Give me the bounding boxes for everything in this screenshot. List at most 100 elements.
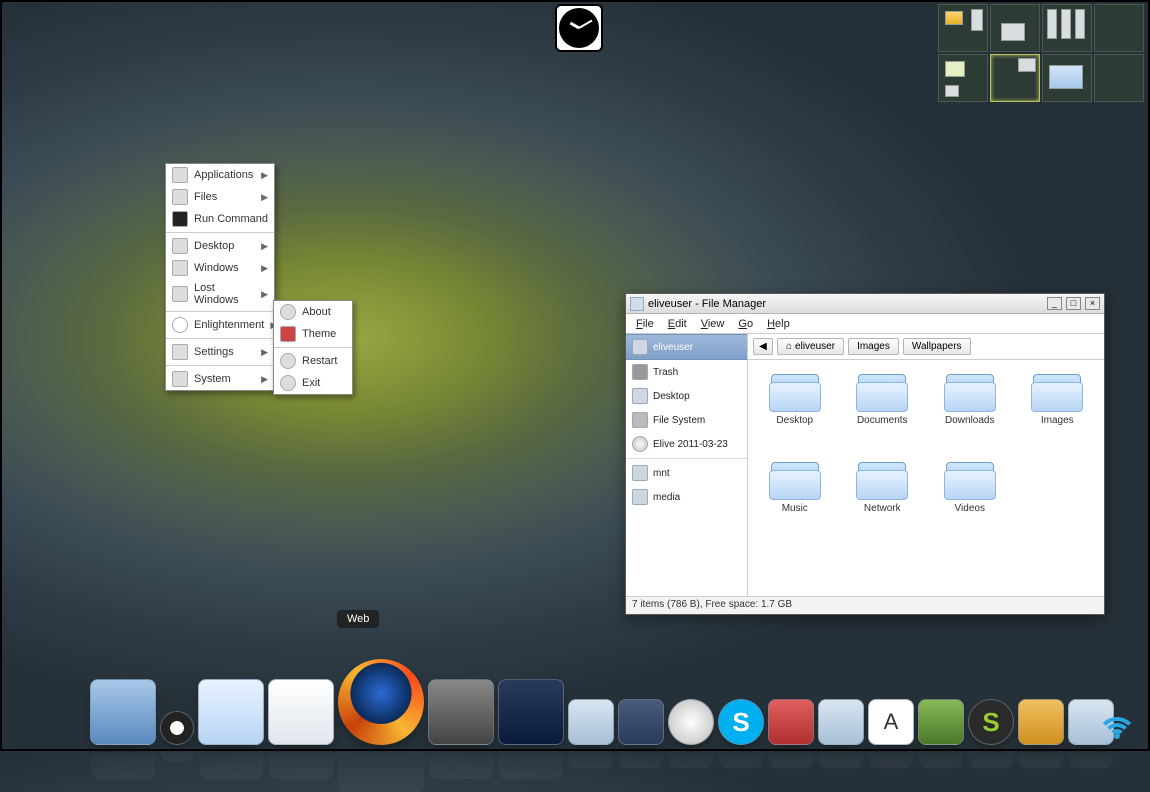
folder-desktop[interactable]: Desktop bbox=[752, 368, 838, 454]
menu-run-command[interactable]: Run Command bbox=[166, 208, 274, 230]
breadcrumb-wallpapers[interactable]: Wallpapers bbox=[903, 338, 971, 355]
folder-downloads[interactable]: Downloads bbox=[927, 368, 1013, 454]
window-titlebar[interactable]: eliveuser - File Manager _ □ × bbox=[626, 294, 1104, 314]
sidebar-item-trash[interactable]: Trash bbox=[626, 360, 747, 384]
folder-network[interactable]: Network bbox=[840, 456, 926, 542]
workspace-2[interactable] bbox=[990, 4, 1040, 52]
folder-icon bbox=[769, 456, 821, 500]
icon-grid: Desktop Documents Downloads Images Music… bbox=[748, 360, 1104, 596]
dock-monitor-app[interactable] bbox=[90, 679, 156, 745]
sidebar-label: Desktop bbox=[653, 391, 690, 402]
submenu-about[interactable]: About bbox=[274, 301, 352, 323]
dock-skype[interactable]: S bbox=[718, 699, 764, 745]
dock-camera-app[interactable] bbox=[428, 679, 494, 745]
menu-windows[interactable]: Windows▶ bbox=[166, 257, 274, 279]
folder-videos[interactable]: Videos bbox=[927, 456, 1013, 542]
menu-system[interactable]: System▶ bbox=[166, 368, 274, 390]
menu-separator bbox=[166, 365, 274, 366]
folder-icon bbox=[944, 456, 996, 500]
submenu-restart[interactable]: Restart bbox=[274, 350, 352, 372]
sidebar-label: eliveuser bbox=[653, 342, 693, 353]
dock-text-app[interactable]: A bbox=[868, 699, 914, 745]
sidebar-item-mnt[interactable]: mnt bbox=[626, 461, 747, 485]
chevron-right-icon: ▶ bbox=[261, 263, 268, 274]
workspace-7[interactable] bbox=[1042, 54, 1092, 102]
menu-files[interactable]: Files▶ bbox=[166, 186, 274, 208]
clock-face bbox=[559, 8, 599, 48]
sidebar-item-filesystem[interactable]: File System bbox=[626, 408, 747, 432]
folder-images[interactable]: Images bbox=[1015, 368, 1101, 454]
settings-icon bbox=[172, 344, 188, 360]
workspace-4[interactable] bbox=[1094, 4, 1144, 52]
submenu-theme[interactable]: Theme bbox=[274, 323, 352, 345]
chevron-right-icon: ▶ bbox=[261, 192, 268, 203]
sidebar-item-disc[interactable]: Elive 2011-03-23 bbox=[626, 432, 747, 456]
dock: S A S bbox=[90, 665, 1114, 745]
menu-view[interactable]: View bbox=[701, 318, 725, 330]
disc-icon bbox=[632, 436, 648, 452]
sidebar-label: Trash bbox=[653, 367, 678, 378]
workspace-3[interactable] bbox=[1042, 4, 1092, 52]
menu-separator bbox=[274, 347, 352, 348]
close-button[interactable]: × bbox=[1085, 297, 1100, 310]
breadcrumb-home[interactable]: ⌂eliveuser bbox=[777, 338, 844, 355]
dock-download-app[interactable] bbox=[768, 699, 814, 745]
dock-s-app[interactable]: S bbox=[968, 699, 1014, 745]
statusbar: 7 items (786 B), Free space: 1.7 GB bbox=[626, 596, 1104, 614]
sidebar-item-desktop[interactable]: Desktop bbox=[626, 384, 747, 408]
home-icon bbox=[632, 339, 648, 355]
workspace-8[interactable] bbox=[1094, 54, 1144, 102]
folder-icon bbox=[944, 368, 996, 412]
menu-help[interactable]: Help bbox=[767, 318, 790, 330]
sidebar-item-media[interactable]: media bbox=[626, 485, 747, 509]
menu-settings[interactable]: Settings▶ bbox=[166, 341, 274, 363]
windows-icon bbox=[172, 260, 188, 276]
dock-notes-app[interactable] bbox=[268, 679, 334, 745]
icon-label: Music bbox=[782, 503, 808, 514]
dock-photo-app[interactable] bbox=[498, 679, 564, 745]
desktop-context-menu: Applications▶ Files▶ Run Command Desktop… bbox=[165, 163, 275, 391]
menu-label: About bbox=[302, 306, 346, 318]
dock-tree-app[interactable] bbox=[918, 699, 964, 745]
dock-folder-home[interactable] bbox=[198, 679, 264, 745]
submenu-exit[interactable]: Exit bbox=[274, 372, 352, 394]
workspace-1[interactable] bbox=[938, 4, 988, 52]
folder-music[interactable]: Music bbox=[752, 456, 838, 542]
sidebar: eliveuser Trash Desktop File System Eliv… bbox=[626, 334, 748, 596]
sidebar-label: Elive 2011-03-23 bbox=[653, 439, 728, 450]
menu-label: Exit bbox=[302, 377, 346, 389]
workspace-5[interactable] bbox=[938, 54, 988, 102]
dock-search-app[interactable] bbox=[568, 699, 614, 745]
minimize-button[interactable]: _ bbox=[1047, 297, 1062, 310]
play-icon bbox=[172, 167, 188, 183]
menu-desktop[interactable]: Desktop▶ bbox=[166, 235, 274, 257]
menubar: File Edit View Go Help bbox=[626, 314, 1104, 334]
menu-label: Settings bbox=[194, 346, 255, 358]
wifi-icon[interactable] bbox=[1096, 707, 1138, 739]
dock-music-app[interactable] bbox=[668, 699, 714, 745]
menu-lost-windows[interactable]: Lost Windows▶ bbox=[166, 279, 274, 309]
sidebar-item-eliveuser[interactable]: eliveuser bbox=[626, 334, 747, 360]
dock-firefox[interactable] bbox=[338, 659, 424, 745]
maximize-button[interactable]: □ bbox=[1066, 297, 1081, 310]
icon-label: Network bbox=[864, 503, 901, 514]
e-icon bbox=[172, 317, 188, 333]
menu-applications[interactable]: Applications▶ bbox=[166, 164, 274, 186]
menu-file[interactable]: File bbox=[636, 318, 654, 330]
folder-icon bbox=[769, 368, 821, 412]
menu-enlightenment[interactable]: Enlightenment▶ bbox=[166, 314, 274, 336]
wifi-dot bbox=[1114, 733, 1120, 739]
menu-edit[interactable]: Edit bbox=[668, 318, 687, 330]
dock-gallery-app[interactable] bbox=[818, 699, 864, 745]
folder-documents[interactable]: Documents bbox=[840, 368, 926, 454]
trash-icon bbox=[632, 364, 648, 380]
about-icon bbox=[280, 304, 296, 320]
clock-widget[interactable] bbox=[555, 4, 603, 52]
menu-go[interactable]: Go bbox=[738, 318, 753, 330]
workspace-6[interactable] bbox=[990, 54, 1040, 102]
breadcrumb-back[interactable]: ◀ bbox=[753, 338, 773, 355]
dock-penguin-app[interactable] bbox=[160, 711, 194, 745]
dock-package-app[interactable] bbox=[1018, 699, 1064, 745]
dock-video-app[interactable] bbox=[618, 699, 664, 745]
breadcrumb-images[interactable]: Images bbox=[848, 338, 899, 355]
